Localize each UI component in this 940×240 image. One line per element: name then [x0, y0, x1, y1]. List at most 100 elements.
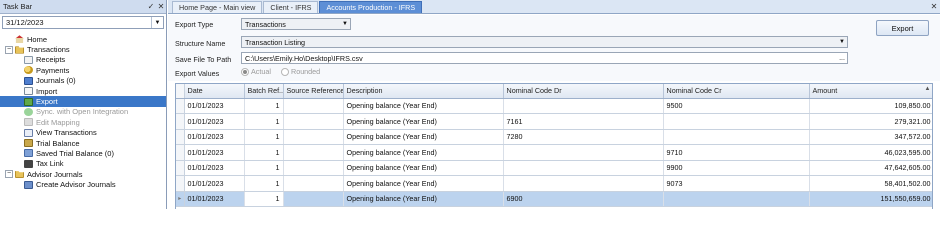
cell-nominal-code-dr[interactable]: [503, 144, 664, 161]
cell-date[interactable]: 01/01/2023: [184, 191, 245, 207]
table-row[interactable]: 01/01/2023 1 Opening balance (Year End) 950…: [176, 98, 932, 114]
collapse-icon[interactable]: −: [5, 45, 13, 54]
tree-item-edit-mapping[interactable]: Edit Mapping: [0, 117, 166, 127]
cell-description[interactable]: Opening balance (Year End): [343, 113, 504, 130]
export-type-select[interactable]: Transactions ▼: [241, 18, 351, 30]
cell-description[interactable]: Opening balance (Year End): [343, 98, 504, 114]
row-indicator[interactable]: [176, 98, 185, 114]
pin-icon[interactable]: ✓: [146, 2, 156, 11]
column-header-date[interactable]: Date: [184, 84, 245, 99]
row-indicator[interactable]: [176, 160, 185, 176]
cell-amount[interactable]: 46,023,595.00: [809, 144, 932, 161]
close-icon[interactable]: ✕: [156, 2, 166, 11]
column-header-source-reference[interactable]: Source Reference: [283, 84, 344, 99]
column-header-amount[interactable]: Amount ▲: [809, 84, 932, 99]
row-indicator[interactable]: [176, 144, 185, 161]
table-row[interactable]: 01/01/2023 1 Opening balance (Year End) 716…: [176, 113, 932, 130]
tree-item-sync-with-open-integration[interactable]: Sync. with Open Integration: [0, 107, 166, 117]
tree-item-export[interactable]: Export: [0, 96, 166, 107]
tab-accounts-production[interactable]: Accounts Production - IFRS: [319, 1, 423, 13]
close-tab-icon[interactable]: ✕: [928, 1, 940, 13]
table-row[interactable]: 01/01/2023 1 Opening balance (Year End) 990…: [176, 160, 932, 176]
tree-item-import[interactable]: Import: [0, 86, 166, 96]
cell-nominal-code-dr[interactable]: [503, 160, 664, 176]
cell-nominal-code-dr[interactable]: [503, 98, 664, 114]
column-header-batch-ref[interactable]: Batch Ref...: [244, 84, 284, 99]
cell-amount[interactable]: 47,642,605.00: [809, 160, 932, 176]
cell-nominal-code-dr[interactable]: [503, 175, 664, 192]
cell-batch-ref[interactable]: 1: [244, 144, 284, 161]
structure-name-select[interactable]: Transaction Listing ▼: [241, 36, 848, 48]
column-header-description[interactable]: Description: [343, 84, 504, 99]
cell-date[interactable]: 01/01/2023: [184, 98, 245, 114]
cell-nominal-code-dr[interactable]: 6900: [503, 191, 664, 207]
cell-source-reference[interactable]: [283, 113, 344, 130]
tree-item-advisor-journals[interactable]: − Advisor Journals: [0, 169, 166, 179]
tab-client[interactable]: Client - IFRS: [263, 1, 319, 13]
cell-nominal-code-cr[interactable]: 9073: [663, 175, 810, 192]
cell-description[interactable]: Opening balance (Year End): [343, 191, 504, 207]
cell-nominal-code-cr[interactable]: 9900: [663, 160, 810, 176]
cell-date[interactable]: 01/01/2023: [184, 129, 245, 145]
save-path-input[interactable]: C:\Users\Emily.Ho\Desktop\IFRS.csv ...: [241, 52, 848, 64]
cell-batch-ref[interactable]: 1: [244, 175, 284, 192]
tree-item-trial-balance[interactable]: Trial Balance: [0, 138, 166, 148]
radio-actual[interactable]: Actual: [241, 67, 271, 76]
export-button[interactable]: Export: [876, 20, 929, 36]
cell-amount[interactable]: 109,850.00: [809, 98, 932, 114]
cell-batch-ref[interactable]: 1: [244, 98, 284, 114]
cell-description[interactable]: Opening balance (Year End): [343, 160, 504, 176]
cell-nominal-code-cr[interactable]: 9710: [663, 144, 810, 161]
cell-description[interactable]: Opening balance (Year End): [343, 144, 504, 161]
collapse-icon[interactable]: −: [5, 170, 13, 179]
table-row[interactable]: 01/01/2023 1 Opening balance (Year End) 728…: [176, 129, 932, 145]
cell-source-reference[interactable]: [283, 144, 344, 161]
period-date-dropdown[interactable]: 31/12/2023 ▼: [2, 16, 164, 29]
cell-amount[interactable]: 58,401,502.00: [809, 175, 932, 192]
tree-item-view-transactions[interactable]: View Transactions: [0, 128, 166, 138]
table-row[interactable]: 01/01/2023 1 Opening balance (Year End) 907…: [176, 175, 932, 192]
tree-item-tax-link[interactable]: Tax Link: [0, 159, 166, 169]
column-header-nominal-code-dr[interactable]: Nominal Code Dr: [503, 84, 664, 99]
cell-batch-ref[interactable]: 1: [244, 191, 284, 207]
cell-source-reference[interactable]: [283, 129, 344, 145]
chevron-down-icon[interactable]: ▼: [151, 17, 163, 28]
tree-item-create-advisor-journals[interactable]: Create Advisor Journals: [0, 179, 166, 189]
browse-button[interactable]: ...: [837, 55, 847, 62]
tree-item-receipts[interactable]: Receipts: [0, 55, 166, 65]
tree-item-transactions[interactable]: − Transactions: [0, 44, 166, 54]
cell-nominal-code-dr[interactable]: 7161: [503, 113, 664, 130]
cell-source-reference[interactable]: [283, 98, 344, 114]
cell-date[interactable]: 01/01/2023: [184, 144, 245, 161]
tree-item-home[interactable]: Home: [0, 34, 166, 44]
cell-date[interactable]: 01/01/2023: [184, 113, 245, 130]
cell-source-reference[interactable]: [283, 191, 344, 207]
cell-amount[interactable]: 279,321.00: [809, 113, 932, 130]
cell-nominal-code-cr[interactable]: [663, 113, 810, 130]
cell-nominal-code-cr[interactable]: [663, 129, 810, 145]
cell-nominal-code-cr[interactable]: 9500: [663, 98, 810, 114]
tree-item-payments[interactable]: Payments: [0, 65, 166, 75]
column-header-nominal-code-cr[interactable]: Nominal Code Cr: [663, 84, 810, 99]
cell-amount[interactable]: 347,572.00: [809, 129, 932, 145]
row-indicator[interactable]: [176, 113, 185, 130]
cell-date[interactable]: 01/01/2023: [184, 160, 245, 176]
cell-description[interactable]: Opening balance (Year End): [343, 129, 504, 145]
table-row[interactable]: ▸ 01/01/2023 1 Opening balance (Year End) 69…: [176, 191, 932, 207]
tree-item-journals-0[interactable]: Journals (0): [0, 76, 166, 86]
cell-batch-ref[interactable]: 1: [244, 160, 284, 176]
cell-description[interactable]: Opening balance (Year End): [343, 175, 504, 192]
cell-batch-ref[interactable]: 1: [244, 129, 284, 145]
cell-nominal-code-cr[interactable]: [663, 191, 810, 207]
tree-item-saved-trial-balance-0[interactable]: Saved Trial Balance (0): [0, 148, 166, 158]
row-indicator[interactable]: [176, 175, 185, 192]
table-row[interactable]: 01/01/2023 1 Opening balance (Year End) 971…: [176, 144, 932, 161]
radio-rounded[interactable]: Rounded: [281, 67, 320, 76]
row-indicator[interactable]: ▸: [176, 191, 185, 207]
cell-amount[interactable]: 151,550,659.00: [809, 191, 932, 207]
tab-home-page[interactable]: Home Page - Main view: [172, 1, 263, 13]
cell-source-reference[interactable]: [283, 175, 344, 192]
cell-date[interactable]: 01/01/2023: [184, 175, 245, 192]
cell-nominal-code-dr[interactable]: 7280: [503, 129, 664, 145]
cell-batch-ref[interactable]: 1: [244, 113, 284, 130]
